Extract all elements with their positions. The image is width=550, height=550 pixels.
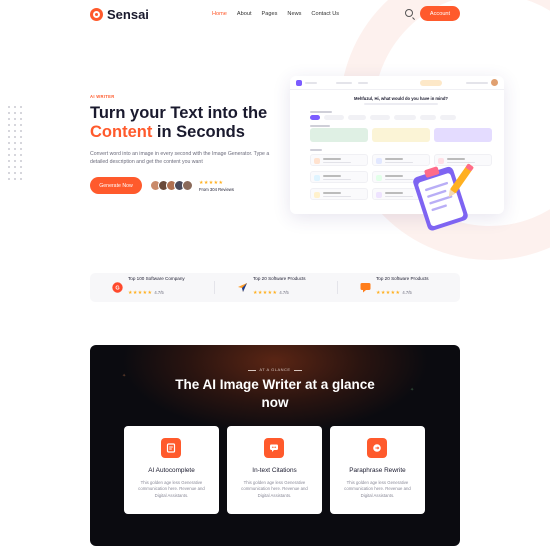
mockup-logo-icon	[296, 80, 302, 86]
awards-strip: G Top 100 Software Company ★★★★★ 4.7/5 To…	[90, 273, 460, 302]
dot-grid-decoration	[6, 104, 24, 184]
award-rating: ★★★★★ 4.7/5	[128, 281, 185, 299]
mockup-upgrade-pill	[420, 80, 442, 86]
mockup-avatar	[491, 79, 498, 86]
mockup-card	[434, 128, 492, 142]
mockup-tab	[394, 115, 416, 120]
nav-item-contact[interactable]: Contact Us	[311, 11, 339, 17]
review-rating: ★★★★★ From 304 Reviews	[199, 180, 234, 193]
svg-text:G: G	[115, 286, 119, 292]
nav-item-home[interactable]: Home	[212, 11, 227, 17]
top-navigation: Sensai Home About Pages News Contact Us …	[0, 0, 550, 30]
mockup-topbar-line	[358, 82, 368, 84]
mockup-section-label	[310, 111, 332, 113]
hero-eyebrow: AI WRITER	[90, 94, 115, 99]
mockup-tab	[420, 115, 436, 120]
glance-eyebrow: AT A GLANCE	[90, 367, 460, 372]
award-text: Top 20 Software Products ★★★★★ 4.7/5	[376, 276, 429, 299]
feature-description: This golden age less Generative communic…	[138, 480, 205, 498]
mockup-tab	[310, 115, 320, 120]
award-score: 4.7/5	[279, 290, 289, 295]
avatar	[182, 180, 193, 191]
brand-name: Sensai	[107, 7, 149, 22]
award-item: Top 20 Software Products ★★★★★ 4.7/5	[360, 273, 429, 302]
hero-title-accent: Content	[90, 123, 153, 141]
feature-card-citations[interactable]: In-text Citations This golden age less G…	[227, 426, 322, 514]
divider	[337, 281, 338, 294]
main-menu: Home About Pages News Contact Us	[212, 11, 339, 17]
review-count: From 304 Reviews	[199, 187, 234, 192]
divider	[214, 281, 215, 294]
award-score: 4.7/5	[402, 290, 412, 295]
award-stars: ★★★★★	[253, 290, 278, 296]
mockup-list-row	[310, 171, 368, 183]
chat-bubble-icon	[360, 282, 371, 293]
mockup-section-label	[310, 149, 322, 151]
mockup-list-row	[310, 188, 368, 200]
mockup-topbar	[290, 76, 504, 90]
g2-badge-icon: G	[112, 282, 123, 293]
hero-title-line1: Turn your Text into the	[90, 104, 268, 122]
feature-description: This golden age less Generative communic…	[241, 480, 308, 498]
hero-description: Convert word into an image in every seco…	[90, 151, 270, 165]
logo-mark-icon	[90, 8, 103, 21]
account-button[interactable]: Account	[420, 6, 460, 21]
feature-title: In-text Citations	[252, 467, 297, 474]
generate-now-button[interactable]: Generate Now	[90, 177, 142, 194]
feature-card-paraphrase[interactable]: Paraphrase Rewrite This golden age less …	[330, 426, 425, 514]
mockup-card	[310, 128, 368, 142]
feature-title: Paraphrase Rewrite	[349, 467, 406, 474]
mockup-topbar-line	[336, 82, 352, 84]
mockup-question: Mehfuzul, Hi, what would do you have in …	[354, 96, 448, 101]
award-score: 4.7/5	[154, 290, 164, 295]
brand-logo[interactable]: Sensai	[90, 7, 149, 22]
mockup-tab	[324, 115, 344, 120]
mockup-tab	[440, 115, 456, 120]
mockup-tab	[348, 115, 366, 120]
award-rating: ★★★★★ 4.7/5	[253, 281, 306, 299]
award-stars: ★★★★★	[128, 290, 153, 296]
clipboard-illustration	[413, 163, 474, 231]
reviewer-avatars	[150, 180, 193, 191]
feature-card-autocomplete[interactable]: AI Autocomplete This golden age less Gen…	[124, 426, 219, 514]
citation-chat-icon	[264, 438, 284, 458]
hero-title: Turn your Text into the Content in Secon…	[90, 104, 290, 142]
autocomplete-icon	[161, 438, 181, 458]
mockup-list-row	[310, 154, 368, 166]
mockup-topbar-line	[305, 82, 317, 84]
feature-title: AI Autocomplete	[148, 467, 195, 474]
mockup-subline	[364, 103, 438, 105]
nav-item-about[interactable]: About	[237, 11, 252, 17]
at-a-glance-section: ✦ ✦ AT A GLANCE The AI Image Writer at a…	[90, 345, 460, 546]
rating-stars: ★★★★★	[199, 180, 224, 186]
mockup-tabs	[310, 115, 456, 120]
search-icon[interactable]	[405, 9, 413, 17]
award-text: Top 20 Software Products ★★★★★ 4.7/5	[253, 276, 306, 299]
mockup-tab	[370, 115, 390, 120]
award-item: Top 20 Software Products ★★★★★ 4.7/5	[237, 273, 306, 302]
hero-title-rest: in Seconds	[152, 123, 245, 141]
mockup-section-label	[310, 125, 330, 127]
sparkle-decoration: ✦	[410, 387, 415, 393]
nav-item-pages[interactable]: Pages	[262, 11, 278, 17]
award-rating: ★★★★★ 4.7/5	[376, 281, 429, 299]
award-stars: ★★★★★	[376, 290, 401, 296]
sparkle-decoration: ✦	[122, 373, 127, 379]
landing-page: Sensai Home About Pages News Contact Us …	[0, 0, 550, 550]
mockup-user-line	[466, 82, 488, 84]
glance-title: The AI Image Writer at a glance now	[175, 377, 375, 410]
award-text: Top 100 Software Company ★★★★★ 4.7/5	[128, 276, 185, 299]
mockup-card	[372, 128, 430, 142]
nav-item-news[interactable]: News	[287, 11, 301, 17]
rewrite-icon	[367, 438, 387, 458]
feature-description: This golden age less Generative communic…	[344, 480, 411, 498]
award-item: G Top 100 Software Company ★★★★★ 4.7/5	[112, 273, 185, 302]
capterra-arrow-icon	[237, 282, 248, 293]
